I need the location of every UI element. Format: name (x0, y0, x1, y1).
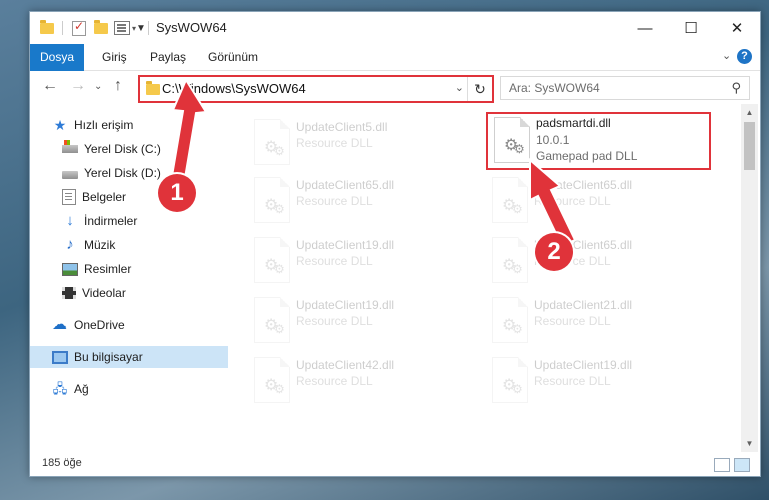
annotation-arrows (170, 77, 577, 248)
step-badge-1: 1 (158, 174, 196, 212)
step-badge-2: 2 (535, 233, 573, 271)
annotation-arrow-1 (170, 77, 208, 180)
